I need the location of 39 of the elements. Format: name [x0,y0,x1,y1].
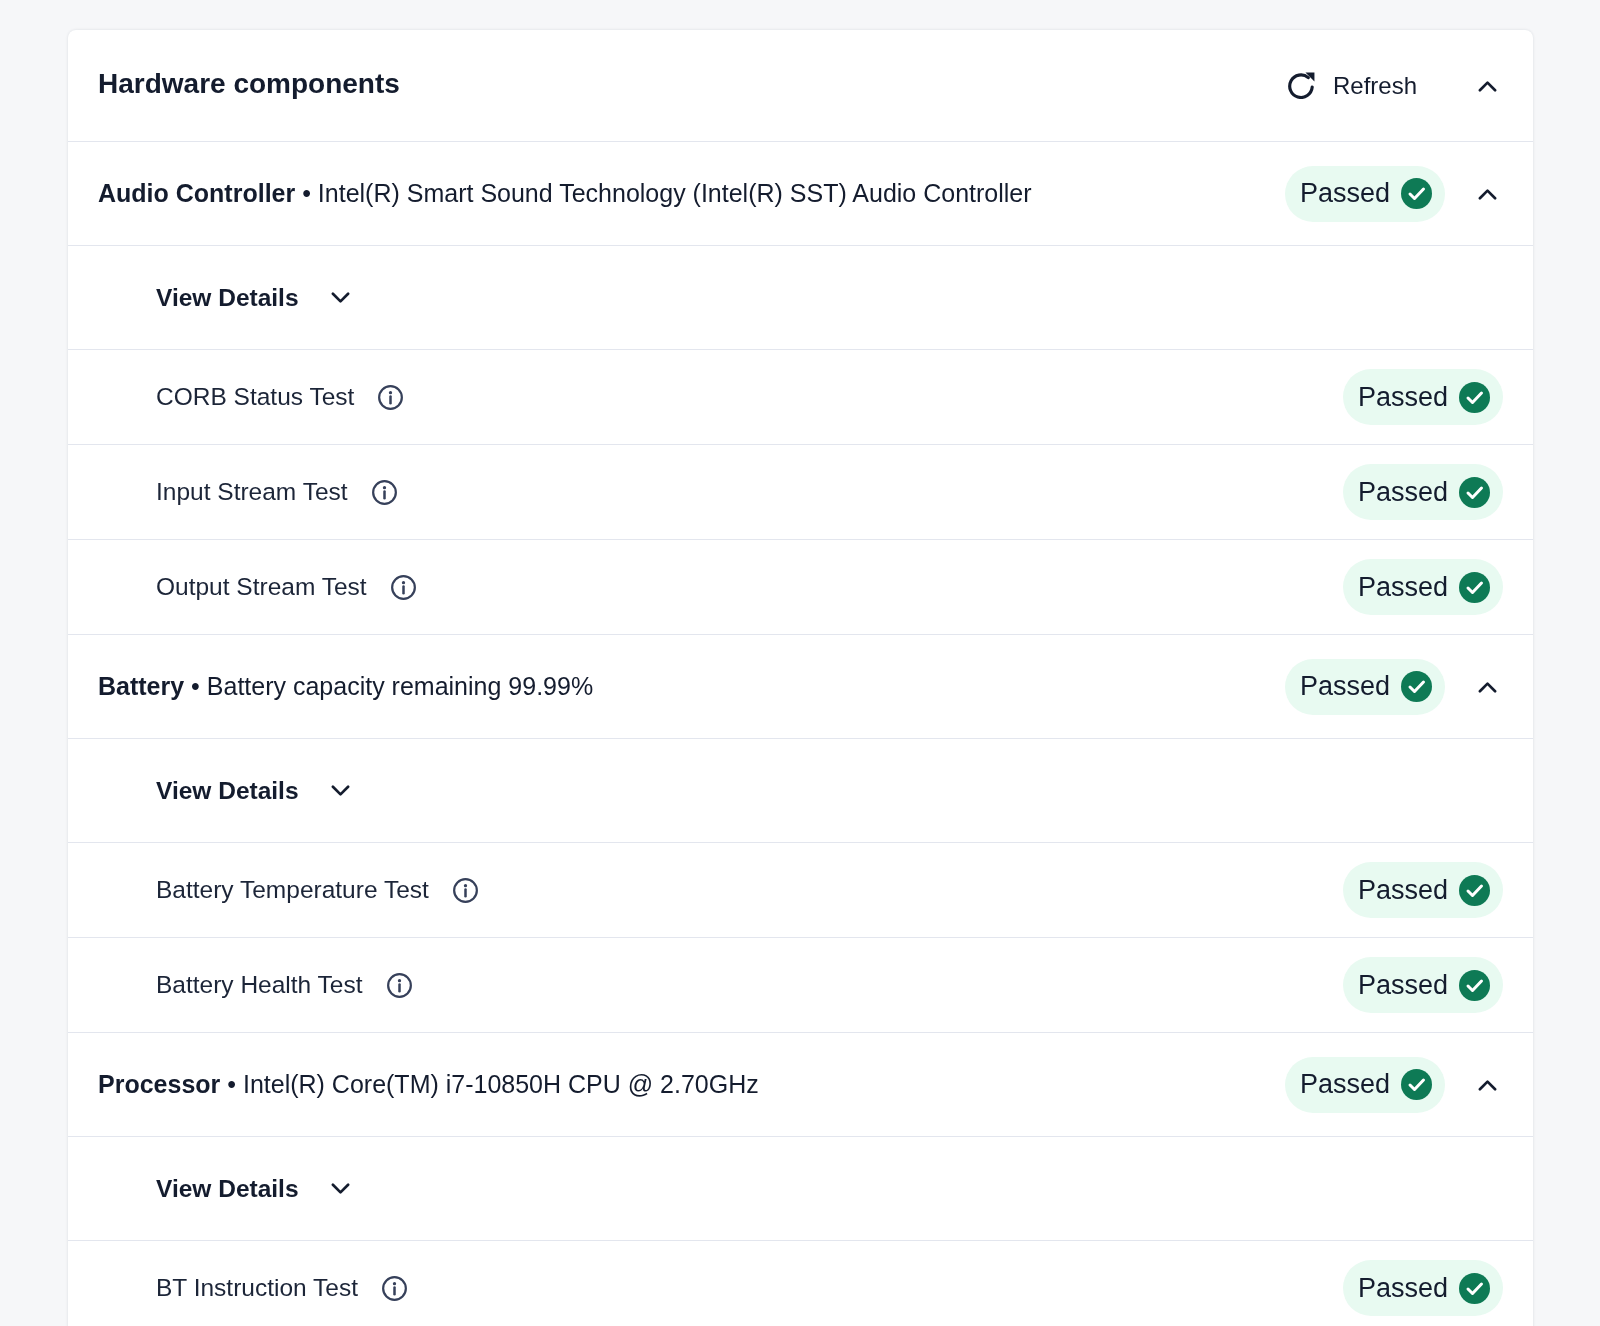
check-circle-icon [1401,178,1432,209]
check-circle-icon [1401,671,1432,702]
test-name: Output Stream Test [156,573,367,601]
info-icon[interactable] [371,479,397,505]
check-circle-icon [1459,476,1490,508]
status-label: Passed [1357,381,1448,413]
status-label: Passed [1357,874,1448,906]
check-circle-icon [1459,381,1490,413]
view-details-button[interactable]: View Details [156,776,350,805]
component-title: Battery • Battery capacity remaining 99.99% [98,672,594,701]
info-icon[interactable] [382,1275,407,1301]
status-label: Passed [1357,476,1448,508]
info-icon[interactable] [386,972,412,998]
check-circle-icon [1401,1069,1432,1100]
info-icon[interactable] [390,574,416,600]
component-title: Audio Controller • Intel(R) Smart Sound Technology (Intel(R) SST) Audio Controller [98,179,1032,208]
view-details-button[interactable]: View Details [156,1174,350,1203]
component-title: Processor • Intel(R) Core(TM) i7-10850H CPU @ 2.70GHz [98,1070,759,1099]
status-label: Passed [1299,1069,1390,1100]
status-label: Passed [1357,969,1448,1001]
check-circle-icon [1459,571,1490,603]
panel-title: Hardware components [98,67,400,100]
check-circle-icon [1459,874,1490,906]
test-name: Battery Health Test [156,971,363,999]
info-icon[interactable] [378,384,404,410]
status-label: Passed [1357,1272,1448,1304]
test-name: Battery Temperature Test [156,876,429,904]
check-circle-icon [1459,1272,1490,1304]
status-label: Passed [1357,571,1448,603]
view-details-button[interactable]: View Details [156,283,350,312]
refresh-icon [1287,72,1315,99]
check-circle-icon [1459,969,1490,1001]
status-label: Passed [1299,178,1390,209]
test-name: BT Instruction Test [156,1274,358,1302]
test-name: CORB Status Test [156,383,355,411]
refresh-button[interactable]: Refresh [1287,71,1417,100]
status-label: Passed [1299,671,1390,702]
info-icon[interactable] [452,877,478,903]
test-name: Input Stream Test [156,478,348,506]
